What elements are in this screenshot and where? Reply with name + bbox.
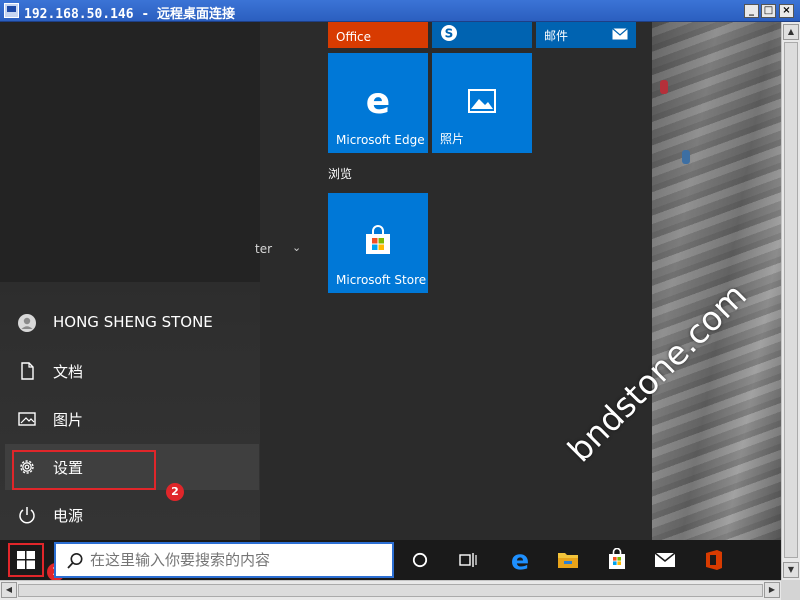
tile-label: 邮件	[544, 29, 569, 43]
tile-office[interactable]: Office	[328, 22, 428, 48]
tile-label: Office	[336, 30, 372, 44]
office-icon	[706, 550, 722, 570]
scrollbar-corner	[781, 580, 800, 600]
edge-icon: e	[511, 547, 529, 573]
store-icon	[366, 225, 390, 254]
folder-icon	[558, 553, 578, 568]
tile-microsoft-edge[interactable]: e Microsoft Edge	[328, 53, 428, 153]
scroll-down-arrow-icon[interactable]: ▼	[783, 562, 799, 578]
taskbar-office[interactable]	[697, 544, 731, 576]
cortana-button[interactable]	[403, 544, 437, 576]
cortana-icon	[412, 552, 428, 568]
tile-group-title: 浏览	[328, 167, 353, 181]
search-input[interactable]	[90, 549, 380, 571]
svg-text:e: e	[366, 85, 390, 117]
rail-item-label: 文档	[53, 363, 84, 381]
mail-icon	[612, 28, 628, 40]
picture-icon	[18, 412, 36, 426]
tile-label: Microsoft Edge	[336, 133, 425, 147]
rail-item-label: 图片	[53, 411, 84, 429]
climber-figure	[660, 80, 668, 94]
task-view-icon	[459, 553, 477, 567]
wallpaper-cliff	[652, 22, 781, 540]
svg-text:e: e	[511, 547, 529, 573]
scroll-left-arrow-icon[interactable]: ◀	[1, 582, 17, 598]
rail-item-label: 电源	[53, 507, 84, 525]
window-title-bar[interactable]: 192.168.50.146 - 远程桌面连接 _ □ ×	[0, 0, 800, 22]
horizontal-scrollbar[interactable]: ◀ ▶	[0, 580, 781, 600]
mail-icon	[654, 552, 676, 567]
horizontal-scroll-thumb[interactable]	[18, 584, 763, 597]
tile-label: Microsoft Store	[336, 273, 427, 287]
scroll-up-arrow-icon[interactable]: ▲	[783, 24, 799, 40]
tile-mail[interactable]: 邮件	[536, 22, 636, 48]
search-icon	[67, 553, 83, 569]
maximize-button[interactable]: □	[761, 4, 776, 18]
remote-desktop-area: ter ⌄ HONG SHENG STONE 文档 图片 设置 2 电源 Off…	[0, 22, 781, 580]
chevron-down-icon[interactable]: ⌄	[292, 241, 301, 254]
tile-label: 照片	[440, 132, 465, 146]
settings-highlight-box	[12, 450, 156, 490]
remote-desktop-icon	[4, 3, 19, 18]
window-title: 192.168.50.146 - 远程桌面连接	[24, 7, 236, 22]
store-icon	[609, 548, 625, 569]
vertical-scroll-thumb[interactable]	[784, 42, 798, 558]
app-list-item[interactable]: ter	[255, 242, 272, 256]
minimize-button[interactable]: _	[744, 4, 759, 18]
taskbar-edge[interactable]: e	[502, 544, 536, 576]
taskbar-file-explorer[interactable]	[551, 544, 585, 576]
svg-text:S: S	[445, 27, 454, 41]
start-highlight-box	[8, 543, 44, 577]
app-list	[0, 22, 260, 282]
user-name: HONG SHENG STONE	[53, 313, 213, 331]
taskbar-mail[interactable]	[648, 544, 682, 576]
taskbar-search-box[interactable]	[54, 542, 394, 578]
edge-icon: e	[366, 85, 390, 117]
skype-icon: S	[441, 25, 457, 41]
rail-item-pictures[interactable]: 图片	[5, 396, 259, 442]
start-menu: ter ⌄ HONG SHENG STONE 文档 图片 设置 2 电源 Off…	[0, 22, 652, 540]
taskbar: 1 e	[0, 540, 781, 580]
rail-item-power[interactable]: 电源	[5, 492, 259, 538]
tile-skype[interactable]: S	[432, 22, 532, 48]
climber-figure	[682, 150, 690, 164]
user-account-item[interactable]: HONG SHENG STONE	[5, 300, 259, 346]
vertical-scrollbar[interactable]: ▲ ▼	[781, 22, 800, 580]
user-avatar-icon	[18, 314, 36, 332]
scroll-right-arrow-icon[interactable]: ▶	[764, 582, 780, 598]
rail-item-documents[interactable]: 文档	[5, 348, 259, 394]
task-view-button[interactable]	[451, 544, 485, 576]
taskbar-store[interactable]	[600, 544, 634, 576]
tile-photos[interactable]: 照片	[432, 53, 532, 153]
power-icon	[19, 507, 35, 524]
photos-icon	[468, 89, 496, 113]
close-button[interactable]: ×	[779, 4, 794, 18]
document-icon	[21, 362, 34, 380]
tile-microsoft-store[interactable]: Microsoft Store	[328, 193, 428, 293]
